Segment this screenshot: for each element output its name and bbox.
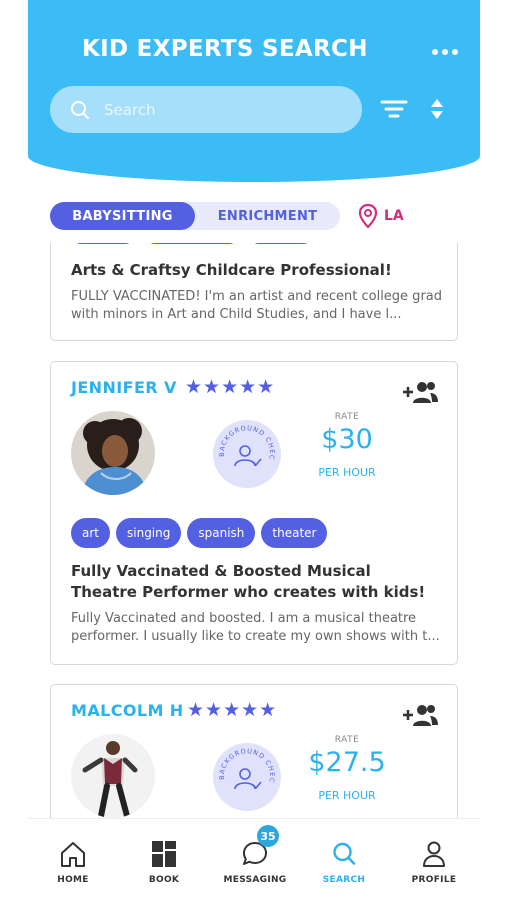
home-icon: [61, 842, 85, 867]
nav-label: BOOK: [148, 875, 180, 885]
rate-unit: PER HOUR: [318, 789, 376, 802]
rate-value: $27.5: [308, 747, 386, 778]
rate-unit: PER HOUR: [318, 466, 376, 479]
location-selector[interactable]: LA: [358, 203, 404, 229]
tag-chip[interactable]: theater: [261, 518, 328, 548]
listing-card[interactable]: JENNIFER V ★★★★★ BACKGROUND CHEC RATE $3…: [50, 361, 458, 665]
unread-count-badge: 35: [257, 825, 279, 847]
page-title: KID EXPERTS SEARCH: [82, 36, 368, 62]
svg-text:BACKGROUND CHECKED: BACKGROUND CHECKED: [213, 420, 276, 461]
location-pin-icon: [358, 203, 378, 229]
background-checked-badge: BACKGROUND CHECKED: [210, 737, 281, 811]
grid-icon: [152, 841, 176, 867]
rate-label: RATE: [334, 735, 360, 745]
tag-chip[interactable]: singing: [116, 518, 182, 548]
listing-description: FULLY VACCINATED! I'm an artist and rece…: [71, 289, 443, 322]
nav-label: PROFILE: [411, 875, 457, 885]
category-tabs: BABYSITTING ENRICHMENT: [50, 202, 340, 230]
nav-messaging[interactable]: 35 MESSAGING: [217, 825, 293, 885]
rate-label: RATE: [334, 412, 360, 422]
filter-icon[interactable]: [380, 98, 408, 120]
sort-icon[interactable]: [428, 98, 446, 120]
header: KID EXPERTS SEARCH: [28, 0, 480, 182]
listing-title: Arts & Craftsy Childcare Professional!: [71, 261, 392, 279]
star-rating: ★★★★★: [185, 376, 276, 398]
listing-card[interactable]: Arts & Craftsy Childcare Professional! F…: [50, 243, 458, 341]
search-icon: [71, 100, 89, 119]
add-friend-icon[interactable]: [401, 703, 439, 727]
nav-book[interactable]: BOOK: [126, 839, 202, 885]
nav-label: SEARCH: [322, 875, 366, 885]
tag-list: art singing spanish theater: [71, 518, 328, 548]
background-checked-badge: BACKGROUND CHECKED: [210, 414, 281, 488]
listing-description: Fully Vaccinated and boosted. I am a mus…: [71, 611, 440, 644]
person-icon: [423, 841, 445, 867]
nav-home[interactable]: HOME: [35, 839, 111, 885]
tag-chip[interactable]: spanish: [187, 518, 256, 548]
tag-chip[interactable]: art: [71, 518, 110, 548]
nav-profile[interactable]: PROFILE: [396, 839, 472, 885]
nav-search[interactable]: SEARCH: [306, 839, 382, 885]
tag-row: [71, 243, 313, 244]
tab-babysitting[interactable]: BABYSITTING: [50, 202, 195, 230]
listing-card[interactable]: MALCOLM H ★★★★★ BACKGROUND CHEC RATE $27…: [50, 684, 458, 818]
nav-label: HOME: [57, 875, 89, 885]
search-input[interactable]: [104, 100, 334, 119]
location-label: LA: [384, 208, 404, 224]
star-rating: ★★★★★: [187, 699, 278, 721]
add-friend-icon[interactable]: [401, 380, 439, 404]
expert-name[interactable]: MALCOLM H: [71, 701, 184, 720]
avatar[interactable]: [71, 411, 155, 495]
app-screen: KID EXPERTS SEARCH BABYSITTING ENRICHMEN…: [28, 0, 480, 900]
bottom-nav: HOME BOOK 35 MESSAGING SEARCH PROFILE: [28, 818, 480, 900]
listing-title: Fully Vaccinated & Boosted Musical Theat…: [71, 562, 426, 601]
search-icon: [333, 842, 356, 865]
results-list[interactable]: Arts & Craftsy Childcare Professional! F…: [28, 243, 480, 818]
tab-enrichment[interactable]: ENRICHMENT: [195, 202, 340, 230]
nav-label: MESSAGING: [223, 875, 287, 885]
rate-value: $30: [321, 424, 373, 455]
expert-name[interactable]: JENNIFER V: [71, 378, 177, 397]
svg-text:BACKGROUND CHECKED: BACKGROUND CHECKED: [213, 743, 276, 784]
search-bar[interactable]: [50, 86, 362, 133]
avatar[interactable]: [71, 734, 155, 818]
more-options-icon[interactable]: [430, 42, 460, 62]
